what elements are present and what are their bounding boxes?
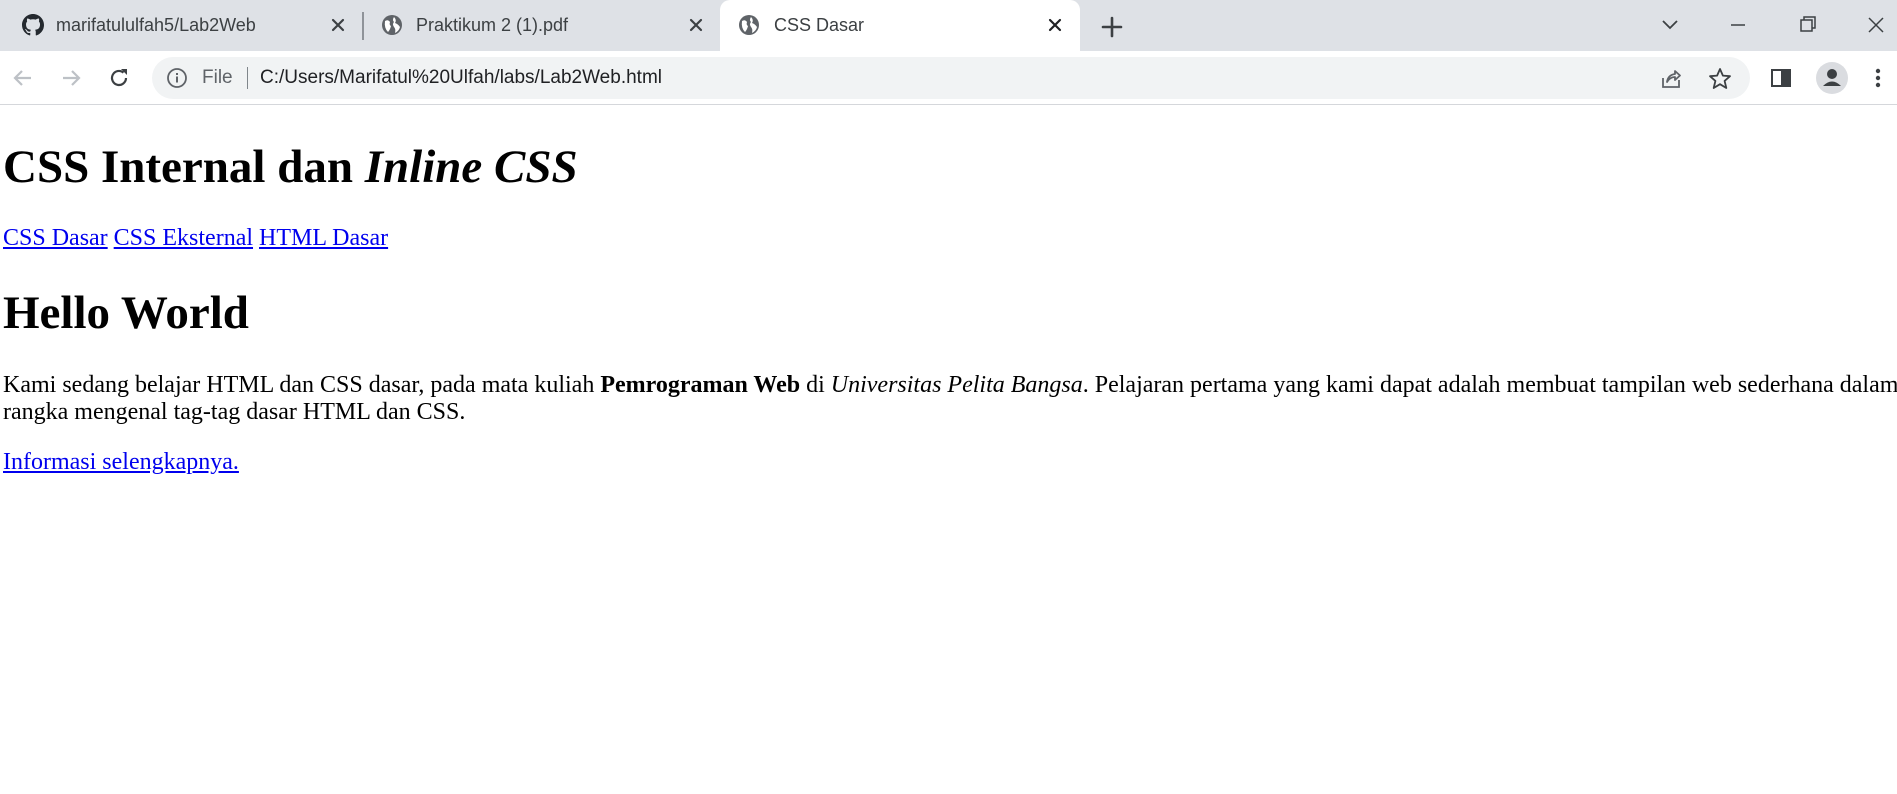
link-css-dasar[interactable]: CSS Dasar [3,225,108,251]
paragraph-italic: Universitas Pelita Bangsa [830,372,1083,398]
reload-icon[interactable] [104,63,134,93]
back-arrow-icon[interactable] [8,63,38,93]
tab-pdf[interactable]: Praktikum 2 (1).pdf [366,0,720,51]
address-bar[interactable]: File C:/Users/Marifatul%20Ulfah/labs/Lab… [152,57,1750,99]
globe-icon [381,14,403,36]
tab-title: marifatululfah5/Lab2Web [56,15,256,35]
bookmark-star-icon[interactable] [1707,66,1733,92]
close-tab-icon[interactable] [1043,13,1067,37]
restore-icon[interactable] [1793,10,1823,40]
share-icon[interactable] [1658,66,1684,92]
tab-separator [362,12,364,40]
omnibox-divider [247,67,248,89]
profile-avatar-icon[interactable] [1815,61,1849,95]
hello-heading: Hello World [3,287,249,339]
close-tab-icon[interactable] [326,13,350,37]
github-icon [22,14,44,36]
intro-paragraph: Kami sedang belajar HTML dan CSS dasar, … [3,372,1897,426]
paragraph-text: di [800,372,831,398]
tab-title: Praktikum 2 (1).pdf [416,15,569,35]
globe-icon [738,14,760,36]
link-css-eksternal[interactable]: CSS Eksternal [114,225,253,251]
page-heading: CSS Internal dan Inline CSS [3,140,578,194]
paragraph-text: Kami sedang belajar HTML dan CSS dasar, … [3,372,601,398]
page-content: CSS Internal dan Inline CSS CSS Dasar CS… [0,106,1897,794]
close-window-icon[interactable] [1861,10,1891,40]
minimize-icon[interactable] [1723,10,1753,40]
tab-strip: marifatululfah5/Lab2Web Praktikum 2 (1).… [0,0,1897,51]
close-tab-icon[interactable] [684,13,708,37]
side-panel-icon[interactable] [1766,63,1796,93]
heading-italic: Inline CSS [364,141,578,193]
tab-github[interactable]: marifatululfah5/Lab2Web [0,0,362,51]
more-info-link[interactable]: Informasi selengkapnya. [3,448,239,476]
new-tab-icon[interactable] [1098,13,1126,41]
menu-kebab-icon[interactable] [1863,63,1893,93]
tab-search-chevron-icon[interactable] [1655,10,1685,40]
heading-plain: CSS Internal dan [3,141,365,193]
paragraph-bold: Pemrograman Web [600,372,801,398]
tab-title: CSS Dasar [774,15,865,35]
info-icon[interactable] [166,67,188,89]
tab-css-dasar[interactable]: CSS Dasar [720,0,1080,51]
scheme-label: File [202,67,233,88]
forward-arrow-icon[interactable] [56,63,86,93]
nav-links: CSS Dasar CSS Eksternal HTML Dasar [3,224,388,252]
browser-toolbar: File C:/Users/Marifatul%20Ulfah/labs/Lab… [0,51,1897,105]
link-html-dasar[interactable]: HTML Dasar [259,225,388,251]
url-text[interactable]: C:/Users/Marifatul%20Ulfah/labs/Lab2Web.… [260,57,662,99]
